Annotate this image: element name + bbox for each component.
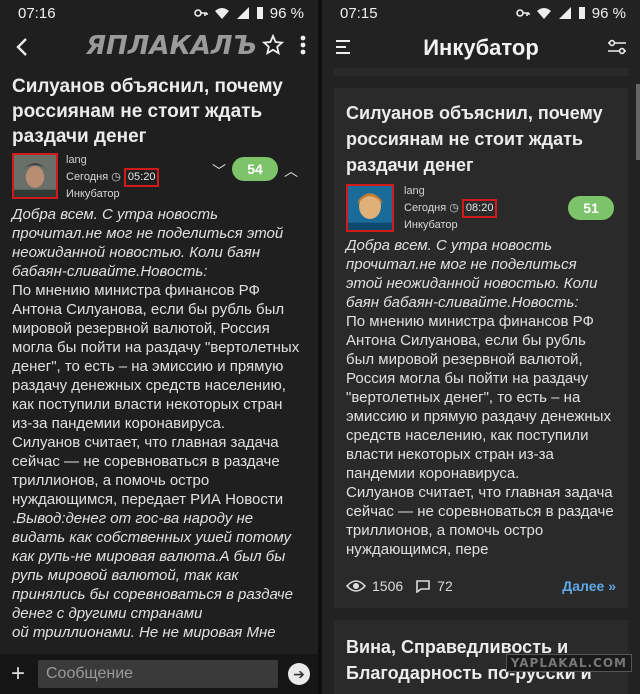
- article-meta: lang Сегодня ◷ 05:20 Инкубатор ﹀ 54 ︿: [12, 153, 306, 205]
- avatar[interactable]: [346, 184, 394, 232]
- chevron-up-icon[interactable]: ︿: [284, 161, 298, 181]
- app-bar: ЯПЛАКАЛЪ: [0, 26, 318, 68]
- left-screen: 07:16 96 % ЯПЛАКАЛЪ Силуанов объяснил, п…: [0, 0, 318, 694]
- message-input[interactable]: Сообщение: [38, 660, 278, 688]
- post-intro: Добра всем. С утра новость прочитал.не м…: [346, 237, 598, 311]
- wifi-icon: [214, 8, 229, 19]
- post-stats: 1506 72 Далее »: [346, 578, 616, 594]
- status-time: 07:16: [18, 4, 56, 22]
- post-paragraph: По мнению министра финансов РФ Антона Си…: [346, 313, 611, 482]
- more-vert-icon[interactable]: [300, 34, 306, 56]
- wifi-icon: [536, 8, 551, 19]
- signal-icon: [236, 7, 249, 19]
- read-more-link[interactable]: Далее »: [562, 578, 616, 594]
- page-title: Инкубатор: [423, 35, 539, 60]
- avatar[interactable]: [12, 153, 58, 199]
- section-name[interactable]: Инкубатор: [66, 187, 159, 202]
- comments-count: 72: [437, 578, 453, 594]
- avatar-image: [348, 186, 392, 230]
- article-tail: ой триллионами. Не не мировая Мне: [12, 624, 276, 641]
- chevron-down-icon[interactable]: ﹀: [212, 161, 226, 181]
- app-bar: Инкубатор: [322, 26, 640, 68]
- signal-icon: [558, 7, 571, 19]
- battery-level: 96 %: [591, 4, 626, 22]
- comment-icon: [416, 580, 430, 593]
- status-bar: 07:15 96 %: [322, 0, 640, 26]
- post-paragraph-2: Силуанов считает, что главная задача сей…: [346, 484, 614, 558]
- post-date: Сегодня: [66, 171, 109, 183]
- post-body: Добра всем. С утра новость прочитал.не м…: [346, 236, 616, 559]
- article-intro: Добра всем. С утра новость прочитал.не м…: [12, 206, 284, 280]
- article-paragraph: По мнению министра финансов РФ Антона Си…: [12, 282, 300, 432]
- post-time: 05:20: [123, 168, 160, 187]
- article-body: Добра всем. С утра новость прочитал.не м…: [12, 205, 306, 642]
- battery-level: 96 %: [269, 4, 304, 22]
- watermark: YAPLAKAL.COM: [505, 654, 632, 672]
- status-time: 07:15: [340, 4, 378, 22]
- send-icon[interactable]: ➔: [288, 663, 310, 685]
- clock-icon: ◷: [449, 202, 459, 214]
- author-name[interactable]: lang: [404, 184, 497, 199]
- previous-card-edge: [334, 68, 628, 76]
- rating-badge: 51: [568, 196, 614, 220]
- battery-icon: [256, 7, 263, 19]
- status-bar: 07:16 96 %: [0, 0, 318, 26]
- plus-icon[interactable]: +: [8, 660, 28, 688]
- battery-icon: [578, 7, 585, 19]
- star-icon[interactable]: [262, 34, 284, 56]
- author-name[interactable]: lang: [66, 153, 159, 168]
- post-card[interactable]: Силуанов объяснил, почему россиянам не с…: [334, 88, 628, 608]
- filter-icon[interactable]: [606, 39, 628, 55]
- article: Силуанов объяснил, почему россиянам не с…: [0, 74, 318, 642]
- post-time: 08:20: [461, 199, 498, 218]
- message-composer: + Сообщение ➔: [0, 654, 318, 694]
- section-name[interactable]: Инкубатор: [404, 218, 497, 233]
- views-count: 1506: [372, 578, 404, 594]
- post-meta: lang Сегодня ◷ 08:20 Инкубатор 51: [346, 184, 616, 236]
- avatar-image: [14, 155, 56, 197]
- article-title: Силуанов объяснил, почему россиянам не с…: [12, 76, 283, 147]
- post-date: Сегодня: [404, 202, 447, 214]
- article-conclusion: Вывод:денег от гос-ва народу не видать к…: [12, 510, 293, 622]
- post-title[interactable]: Силуанов объяснил, почему россиянам не с…: [346, 100, 616, 178]
- right-screen: 07:15 96 % Инкубатор Силуанов объяснил, …: [322, 0, 640, 694]
- back-icon[interactable]: [12, 36, 34, 58]
- eye-icon: [346, 580, 366, 592]
- rating-badge: 54: [232, 157, 278, 181]
- key-icon: [193, 9, 208, 17]
- clock-icon: ◷: [111, 171, 121, 183]
- key-icon: [515, 9, 530, 17]
- site-logo: ЯПЛАКАЛЪ: [86, 31, 257, 61]
- scrollbar[interactable]: [636, 84, 640, 160]
